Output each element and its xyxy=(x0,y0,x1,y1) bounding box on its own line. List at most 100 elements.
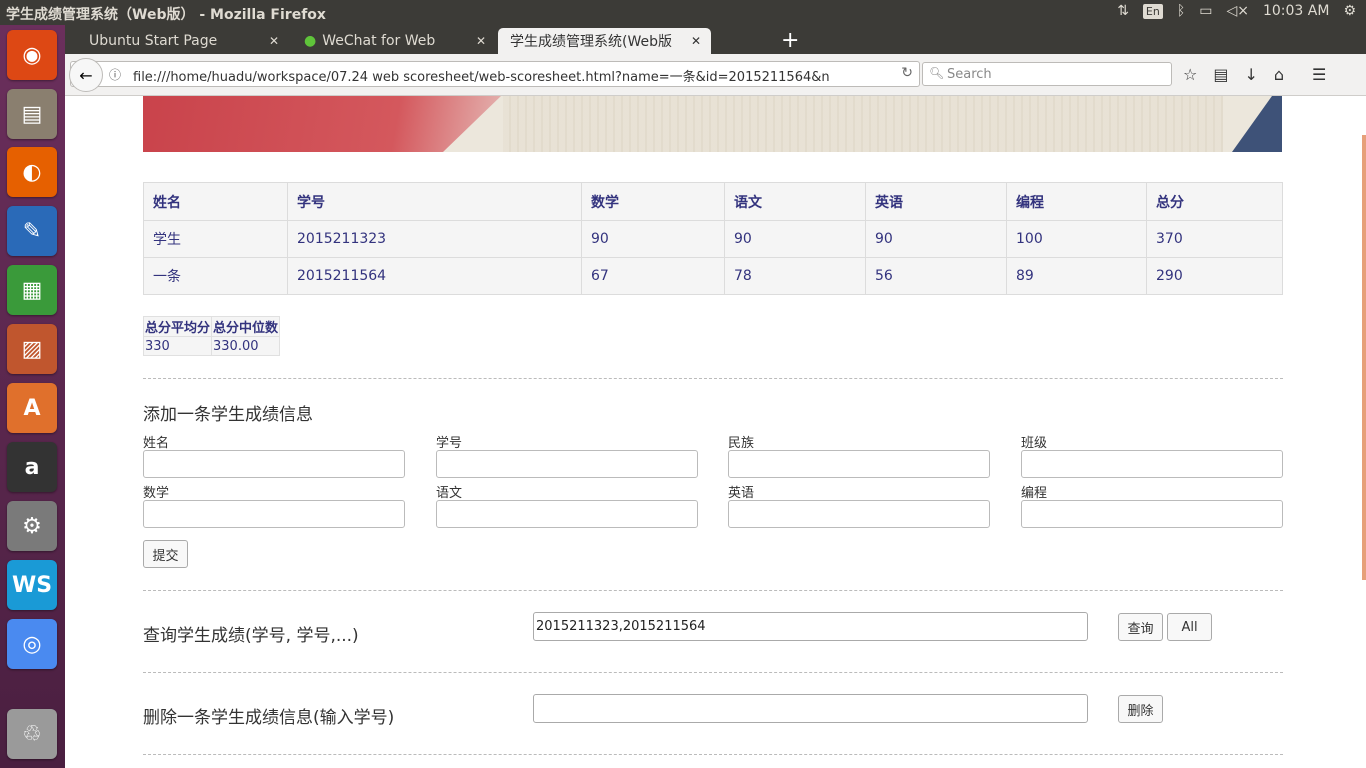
impress-icon[interactable]: ▨ xyxy=(7,324,57,374)
table-cell: 2015211564 xyxy=(287,257,582,295)
stat-header: 总分中位数 xyxy=(211,316,281,337)
search-placeholder: Search xyxy=(947,67,992,82)
new-tab-icon[interactable]: + xyxy=(781,28,799,53)
table-cell: 一条 xyxy=(143,257,288,295)
scores-table: 姓名 学号 数学 语文 英语 编程 总分 学生 2015211323 90 90… xyxy=(143,182,1283,295)
url-text[interactable]: file:///home/huadu/workspace/07.24 web s… xyxy=(133,66,853,85)
search-input[interactable]: 🔍︎ Search xyxy=(922,62,1172,86)
table-cell: 370 xyxy=(1146,220,1283,258)
field-label: 学号 xyxy=(436,436,463,451)
submit-button[interactable]: 提交 xyxy=(143,540,188,568)
delete-label: 删除一条学生成绩信息(输入学号) xyxy=(143,708,395,728)
english-field[interactable] xyxy=(728,500,990,528)
tab-strip: Ubuntu Start Page ✕ ● WeChat for Web ✕ 学… xyxy=(65,25,1366,54)
chinese-field[interactable] xyxy=(436,500,698,528)
divider xyxy=(143,672,1283,673)
field-label: 编程 xyxy=(1021,486,1048,501)
wechat-icon: ● xyxy=(304,33,317,49)
tab-ubuntu-start[interactable]: Ubuntu Start Page ✕ xyxy=(77,28,289,54)
tab-wechat[interactable]: ● WeChat for Web ✕ xyxy=(292,28,496,54)
ethnicity-field[interactable] xyxy=(728,450,990,478)
keyboard-layout[interactable]: En xyxy=(1142,3,1163,19)
table-row: 学生 2015211323 90 90 90 100 370 xyxy=(143,220,1283,258)
scrollbar[interactable] xyxy=(1362,135,1366,580)
software-center-icon[interactable]: A xyxy=(7,383,57,433)
bluetooth-icon[interactable]: ᛒ xyxy=(1177,3,1185,19)
table-header-row: 姓名 学号 数学 语文 英语 编程 总分 xyxy=(143,182,1283,221)
system-settings-icon[interactable]: ⚙ xyxy=(7,501,57,551)
stat-header: 总分平均分 xyxy=(142,316,213,337)
volume-icon[interactable]: ◁× xyxy=(1226,3,1249,19)
query-input[interactable]: 2015211323,2015211564 xyxy=(533,612,1088,641)
table-cell: 2015211323 xyxy=(287,220,582,258)
column-header: 英语 xyxy=(865,182,1007,221)
table-cell: 67 xyxy=(581,257,725,295)
reload-icon[interactable]: ↻ xyxy=(901,65,913,81)
close-icon[interactable]: ✕ xyxy=(269,34,279,48)
search-icon: 🔍︎ xyxy=(929,66,945,80)
table-cell: 56 xyxy=(865,257,1007,295)
add-form-title: 添加一条学生成绩信息 xyxy=(143,405,313,425)
trash-icon[interactable]: ♲ xyxy=(7,709,57,759)
programming-field[interactable] xyxy=(1021,500,1283,528)
toolbar-icons: ☆ ▤ ↓ ⌂ ☰ xyxy=(1183,65,1326,84)
writer-icon[interactable]: ✎ xyxy=(7,206,57,256)
menu-icon[interactable]: ☰ xyxy=(1312,65,1326,84)
table-cell: 78 xyxy=(724,257,866,295)
calc-icon[interactable]: ▦ xyxy=(7,265,57,315)
close-icon[interactable]: ✕ xyxy=(691,34,701,48)
info-icon[interactable]: ⓘ xyxy=(109,66,121,83)
system-tray: ⇅ En ᛒ ▭ ◁× 10:03 AM ⚙ xyxy=(1117,3,1356,19)
reading-list-icon[interactable]: ▤ xyxy=(1213,65,1228,84)
column-header: 语文 xyxy=(724,182,866,221)
download-icon[interactable]: ↓ xyxy=(1244,65,1257,84)
navigation-bar: ← ⓘ file:///home/huadu/workspace/07.24 w… xyxy=(65,54,1366,96)
delete-input[interactable] xyxy=(533,694,1088,723)
table-cell: 90 xyxy=(865,220,1007,258)
power-gear-icon[interactable]: ⚙ xyxy=(1343,3,1356,19)
divider xyxy=(143,378,1283,379)
table-row: 一条 2015211564 67 78 56 89 290 xyxy=(143,257,1283,295)
class-field[interactable] xyxy=(1021,450,1283,478)
column-header: 编程 xyxy=(1006,182,1147,221)
field-label: 语文 xyxy=(436,486,463,501)
network-icon[interactable]: ⇅ xyxy=(1117,3,1129,19)
query-label: 查询学生成绩(学号, 学号,...) xyxy=(143,626,359,646)
clock[interactable]: 10:03 AM xyxy=(1263,3,1329,19)
chrome-icon[interactable]: ◎ xyxy=(7,619,57,669)
back-arrow-icon[interactable]: ← xyxy=(69,58,103,92)
battery-icon[interactable]: ▭ xyxy=(1199,3,1212,19)
webstorm-icon[interactable]: WS xyxy=(7,560,57,610)
math-field[interactable] xyxy=(143,500,405,528)
table-row: 330 330.00 xyxy=(142,336,281,356)
close-icon[interactable]: ✕ xyxy=(476,34,486,48)
stat-value: 330 xyxy=(142,336,213,356)
launcher: ◉ ▤ ◐ ✎ ▦ ▨ Aa ⚙ WS ◎ ♲ xyxy=(0,25,65,768)
files-icon[interactable]: ▤ xyxy=(7,89,57,139)
stats-table: 总分平均分 总分中位数 330 330.00 xyxy=(142,316,281,356)
student-id-field[interactable] xyxy=(436,450,698,478)
tab-label: 学生成绩管理系统(Web版 xyxy=(510,34,672,50)
field-label: 民族 xyxy=(728,436,755,451)
bookmark-star-icon[interactable]: ☆ xyxy=(1183,65,1197,84)
divider xyxy=(143,754,1283,755)
column-header: 学号 xyxy=(287,182,582,221)
ubuntu-dash-icon[interactable]: ◉ xyxy=(7,30,57,80)
column-header: 总分 xyxy=(1146,182,1283,221)
tab-label: Ubuntu Start Page xyxy=(89,33,218,49)
field-label: 英语 xyxy=(728,486,755,501)
url-bar[interactable]: ← ⓘ file:///home/huadu/workspace/07.24 w… xyxy=(69,58,920,92)
table-cell: 90 xyxy=(581,220,725,258)
banner-sketch xyxy=(503,96,1223,152)
table-cell: 290 xyxy=(1146,257,1283,295)
tab-label: WeChat for Web xyxy=(322,33,436,49)
table-header-row: 总分平均分 总分中位数 xyxy=(142,316,281,337)
all-button[interactable]: All xyxy=(1167,613,1212,641)
tab-scoresheet[interactable]: 学生成绩管理系统(Web版 ✕ xyxy=(498,28,711,54)
amazon-icon[interactable]: a xyxy=(7,442,57,492)
delete-button[interactable]: 删除 xyxy=(1118,695,1163,723)
query-button[interactable]: 查询 xyxy=(1118,613,1163,641)
name-field[interactable] xyxy=(143,450,405,478)
firefox-icon[interactable]: ◐ xyxy=(7,147,57,197)
home-icon[interactable]: ⌂ xyxy=(1274,65,1284,84)
